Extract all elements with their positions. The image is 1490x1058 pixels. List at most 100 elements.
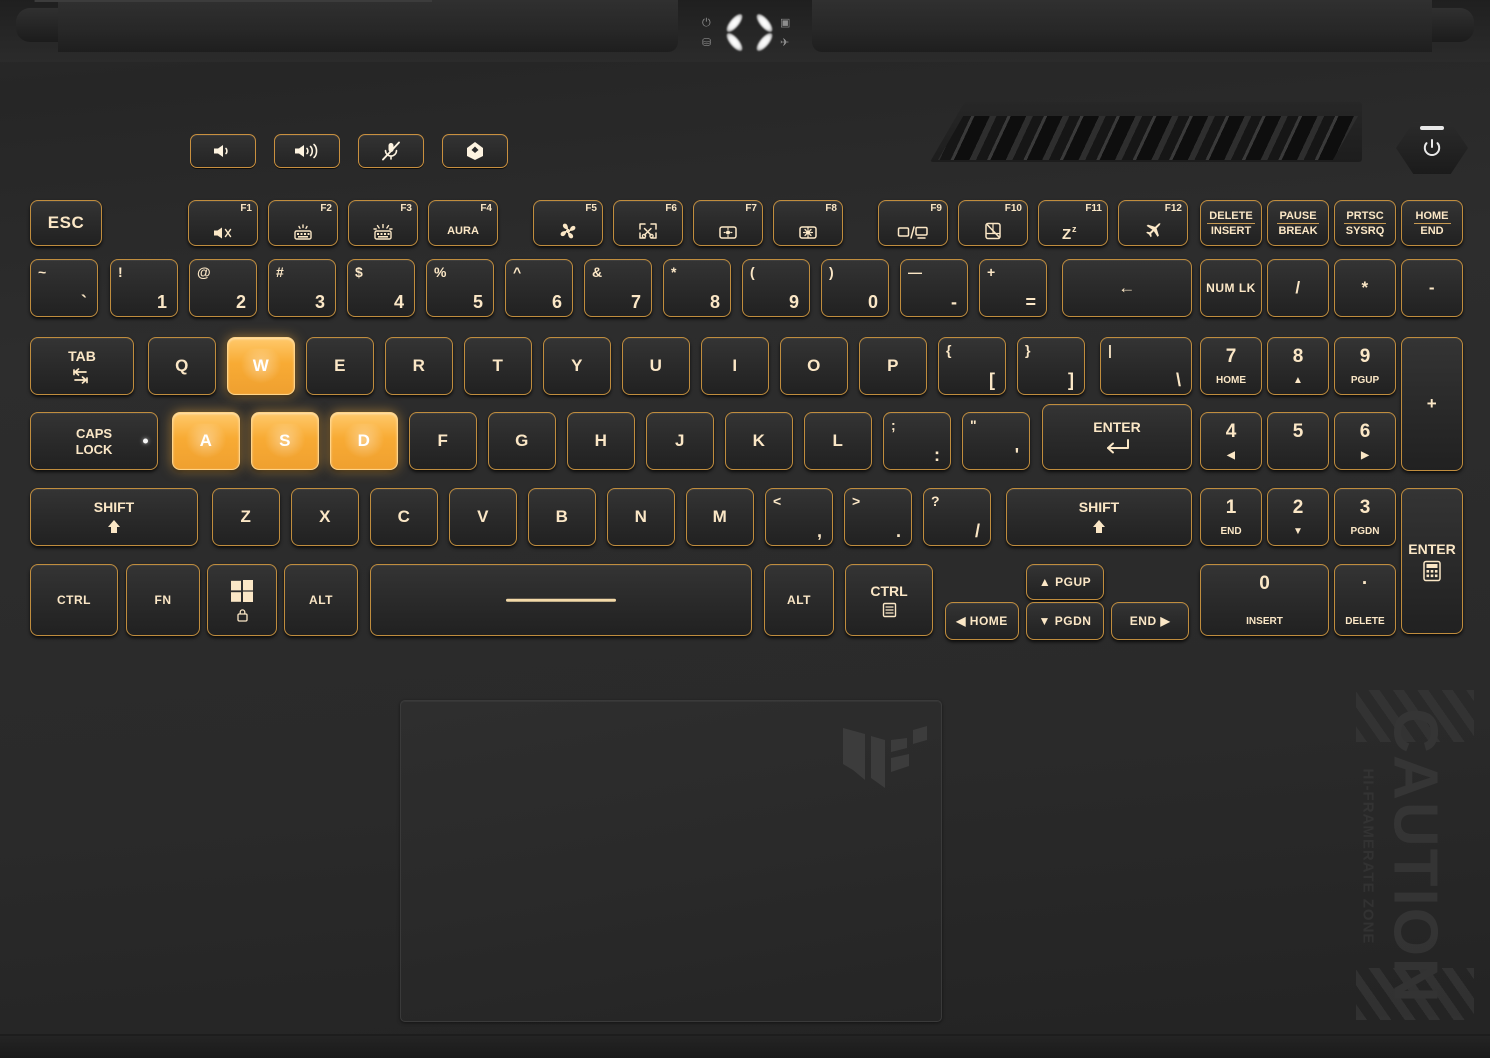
key-n[interactable]: N (607, 488, 675, 546)
key-fn[interactable]: FN (126, 564, 200, 636)
key-ctrl-right[interactable]: CTRL (845, 564, 933, 636)
key-f8[interactable]: F8 (773, 200, 843, 246)
key-minus[interactable]: — - (900, 259, 968, 317)
key-np0[interactable]: 0 INSERT (1200, 564, 1329, 636)
key-t[interactable]: T (464, 337, 532, 395)
key-alt-left[interactable]: ALT (284, 564, 358, 636)
key-f2[interactable]: F2 (268, 200, 338, 246)
key-digit8[interactable]: * 8 (663, 259, 731, 317)
key-bracket-left[interactable]: { [ (938, 337, 1006, 395)
key-b[interactable]: B (528, 488, 596, 546)
key-fn-label: F11 (1085, 203, 1102, 214)
key-quote[interactable]: " ' (962, 412, 1030, 470)
key-backslash[interactable]: | \ (1100, 337, 1192, 395)
key-k[interactable]: K (725, 412, 793, 470)
key-np3[interactable]: 3 PGDN (1334, 488, 1396, 546)
key-c[interactable]: C (370, 488, 438, 546)
key-f1[interactable]: F1 (188, 200, 258, 246)
key-capslock[interactable]: CAPS LOCK (30, 412, 158, 470)
key-np-divide[interactable]: / (1267, 259, 1329, 317)
key-e[interactable]: E (306, 337, 374, 395)
key-f10[interactable]: F10 (958, 200, 1028, 246)
key-digit0[interactable]: ) 0 (821, 259, 889, 317)
key-np4[interactable]: 4 ◀ (1200, 412, 1262, 470)
key-backtick[interactable]: ~ ` (30, 259, 98, 317)
key-esc[interactable]: ESC (30, 200, 102, 246)
key-digit4[interactable]: $ 4 (347, 259, 415, 317)
key-arrow-right[interactable]: END ▶ (1111, 602, 1189, 640)
key-digit3[interactable]: # 3 (268, 259, 336, 317)
key-p[interactable]: P (859, 337, 927, 395)
key-shift-left[interactable]: SHIFT (30, 488, 198, 546)
key-z[interactable]: Z (212, 488, 280, 546)
key-digit7[interactable]: & 7 (584, 259, 652, 317)
key-ctrl-left[interactable]: CTRL (30, 564, 118, 636)
key-digit5[interactable]: % 5 (426, 259, 494, 317)
key-h[interactable]: H (567, 412, 635, 470)
key-l[interactable]: L (804, 412, 872, 470)
key-f4[interactable]: F4 AURA (428, 200, 498, 246)
key-m[interactable]: M (686, 488, 754, 546)
key-np-plus[interactable]: + (1401, 337, 1463, 471)
key-semicolon[interactable]: ; : (883, 412, 951, 470)
key-digit2[interactable]: @ 2 (189, 259, 257, 317)
key-tab[interactable]: TAB (30, 337, 134, 395)
key-arrow-down[interactable]: ▼ PGDN (1026, 602, 1104, 640)
key-digit6[interactable]: ^ 6 (505, 259, 573, 317)
key-x[interactable]: X (291, 488, 359, 546)
key-numlock[interactable]: NUM LK (1200, 259, 1262, 317)
key-j[interactable]: J (646, 412, 714, 470)
key-np8[interactable]: 8 ▲ (1267, 337, 1329, 395)
key-a[interactable]: A (172, 412, 240, 470)
key-u[interactable]: U (622, 337, 690, 395)
key-v[interactable]: V (449, 488, 517, 546)
key-home-end[interactable]: HOME END (1401, 200, 1463, 246)
key-f[interactable]: F (409, 412, 477, 470)
key-y[interactable]: Y (543, 337, 611, 395)
key-f7[interactable]: F7 (693, 200, 763, 246)
key-alt-right[interactable]: ALT (764, 564, 834, 636)
key-i[interactable]: I (701, 337, 769, 395)
key-f12[interactable]: F12 (1118, 200, 1188, 246)
key-arrow-left[interactable]: ◀ HOME (945, 602, 1019, 640)
key-q[interactable]: Q (148, 337, 216, 395)
key-enter[interactable]: ENTER (1042, 404, 1192, 470)
key-np-minus[interactable]: - (1401, 259, 1463, 317)
key-windows[interactable] (207, 564, 277, 636)
key-np-enter[interactable]: ENTER (1401, 488, 1463, 634)
key-np6[interactable]: 6 ▶ (1334, 412, 1396, 470)
key-np5[interactable]: 5 (1267, 412, 1329, 470)
key-np2[interactable]: 2 ▼ (1267, 488, 1329, 546)
key-np7[interactable]: 7 HOME (1200, 337, 1262, 395)
key-digit9[interactable]: ( 9 (742, 259, 810, 317)
key-equal[interactable]: + = (979, 259, 1047, 317)
key-w[interactable]: W (227, 337, 295, 395)
key-pause-break[interactable]: PAUSE BREAK (1267, 200, 1329, 246)
key-g[interactable]: G (488, 412, 556, 470)
key-f11[interactable]: F11 Zz (1038, 200, 1108, 246)
key-bracket-right[interactable]: } ] (1017, 337, 1085, 395)
key-backspace[interactable]: ← (1062, 259, 1192, 317)
key-s[interactable]: S (251, 412, 319, 470)
key-prtsc-sysrq[interactable]: PRTSC SYSRQ (1334, 200, 1396, 246)
key-slash[interactable]: ? / (923, 488, 991, 546)
key-digit1[interactable]: ! 1 (110, 259, 178, 317)
key-r[interactable]: R (385, 337, 453, 395)
key-np1[interactable]: 1 END (1200, 488, 1262, 546)
key-period[interactable]: > . (844, 488, 912, 546)
key-f6[interactable]: F6 (613, 200, 683, 246)
key-np9[interactable]: 9 PGUP (1334, 337, 1396, 395)
key-legend: 9 (1359, 346, 1371, 367)
key-space[interactable] (370, 564, 752, 636)
key-f9[interactable]: F9 (878, 200, 948, 246)
key-comma[interactable]: < , (765, 488, 833, 546)
key-np-dot[interactable]: · DELETE (1334, 564, 1396, 636)
key-f3[interactable]: F3 (348, 200, 418, 246)
key-d[interactable]: D (330, 412, 398, 470)
key-delete-insert[interactable]: DELETE INSERT (1200, 200, 1262, 246)
key-arrow-up[interactable]: ▲ PGUP (1026, 564, 1104, 600)
key-shift-right[interactable]: SHIFT (1006, 488, 1192, 546)
key-f5[interactable]: F5 (533, 200, 603, 246)
key-np-multiply[interactable]: * (1334, 259, 1396, 317)
key-o[interactable]: O (780, 337, 848, 395)
